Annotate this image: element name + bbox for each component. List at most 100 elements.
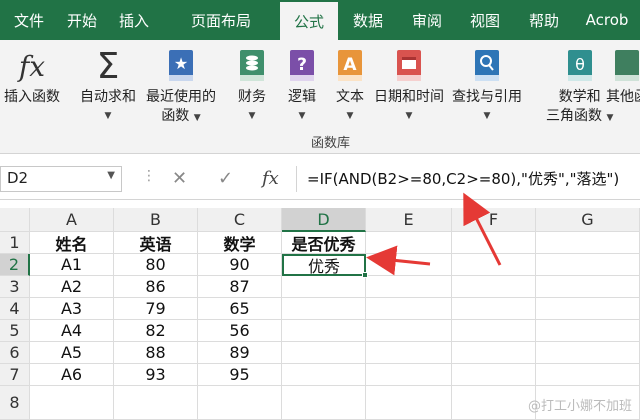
logic-button[interactable]: ? 逻辑 ▼: [282, 46, 322, 126]
cell-c5[interactable]: 56: [198, 320, 282, 342]
autosum-button[interactable]: Σ 自动求和 ▼: [80, 46, 136, 126]
cell-f8[interactable]: [452, 386, 536, 420]
formula-bar-resize-handle[interactable]: ⋮: [142, 168, 156, 190]
cell-e3[interactable]: [366, 276, 452, 298]
more-functions-button[interactable]: 其他函: [606, 46, 640, 107]
tab-view[interactable]: 视图: [456, 0, 514, 40]
row-header-2[interactable]: 2: [0, 254, 30, 276]
tab-formulas[interactable]: 公式: [280, 0, 338, 40]
cell-a6[interactable]: A5: [30, 342, 114, 364]
cell-a2[interactable]: A1: [30, 254, 114, 276]
cell-c3[interactable]: 87: [198, 276, 282, 298]
cancel-icon[interactable]: ✕: [172, 168, 187, 189]
cell-g6[interactable]: [536, 342, 640, 364]
cell-e6[interactable]: [366, 342, 452, 364]
column-header-a[interactable]: A: [30, 208, 114, 232]
cell-d8[interactable]: [282, 386, 366, 420]
column-header-d[interactable]: D: [282, 208, 366, 232]
cell-g5[interactable]: [536, 320, 640, 342]
select-all-corner[interactable]: [0, 208, 30, 232]
cell-g3[interactable]: [536, 276, 640, 298]
row-header-4[interactable]: 4: [0, 298, 30, 320]
tab-insert[interactable]: 插入: [106, 0, 162, 40]
cell-g2[interactable]: [536, 254, 640, 276]
cell-c1[interactable]: 数学: [198, 232, 282, 254]
cell-e8[interactable]: [366, 386, 452, 420]
cell-f7[interactable]: [452, 364, 536, 386]
cell-d1[interactable]: 是否优秀: [282, 232, 366, 254]
cell-d7[interactable]: [282, 364, 366, 386]
formula-input[interactable]: =IF(AND(B2>=80,C2>=80),"优秀","落选"): [296, 166, 640, 192]
finance-button[interactable]: 财务 ▼: [232, 46, 272, 126]
tab-file[interactable]: 文件: [0, 0, 58, 40]
cell-c2[interactable]: 90: [198, 254, 282, 276]
cell-a5[interactable]: A4: [30, 320, 114, 342]
cell-b8[interactable]: [114, 386, 198, 420]
cell-g1[interactable]: [536, 232, 640, 254]
tab-review[interactable]: 审阅: [398, 0, 456, 40]
column-header-g[interactable]: G: [536, 208, 640, 232]
cell-e4[interactable]: [366, 298, 452, 320]
cell-e7[interactable]: [366, 364, 452, 386]
cell-d5[interactable]: [282, 320, 366, 342]
cell-f1[interactable]: [452, 232, 536, 254]
tab-page-layout[interactable]: 页面布局: [162, 0, 280, 40]
row-header-1[interactable]: 1: [0, 232, 30, 254]
column-header-f[interactable]: F: [452, 208, 536, 232]
name-box[interactable]: D2 ▼: [0, 166, 122, 192]
column-header-b[interactable]: B: [114, 208, 198, 232]
cell-g7[interactable]: [536, 364, 640, 386]
cell-b2[interactable]: 80: [114, 254, 198, 276]
tab-help[interactable]: 帮助: [514, 0, 574, 40]
cell-b4[interactable]: 79: [114, 298, 198, 320]
cell-a4[interactable]: A3: [30, 298, 114, 320]
insert-function-fx-button[interactable]: fx: [262, 168, 279, 189]
row-header-3[interactable]: 3: [0, 276, 30, 298]
cell-a1[interactable]: 姓名: [30, 232, 114, 254]
cell-f3[interactable]: [452, 276, 536, 298]
cell-a7[interactable]: A6: [30, 364, 114, 386]
cell-f6[interactable]: [452, 342, 536, 364]
cell-f5[interactable]: [452, 320, 536, 342]
math-trig-button[interactable]: θ 数学和 三角函数 ▼: [546, 46, 613, 128]
cell-d3[interactable]: [282, 276, 366, 298]
cell-g4[interactable]: [536, 298, 640, 320]
cell-b3[interactable]: 86: [114, 276, 198, 298]
column-header-c[interactable]: C: [198, 208, 282, 232]
recently-used-button[interactable]: ★ 最近使用的 函数 ▼: [146, 46, 216, 128]
cell-b1[interactable]: 英语: [114, 232, 198, 254]
date-time-button[interactable]: 日期和时间 ▼: [374, 46, 444, 126]
cell-c7[interactable]: 95: [198, 364, 282, 386]
cell-b7[interactable]: 93: [114, 364, 198, 386]
lookup-reference-button[interactable]: 查找与引用 ▼: [452, 46, 522, 126]
cell-f2[interactable]: [452, 254, 536, 276]
column-header-e[interactable]: E: [366, 208, 452, 232]
cell-d6[interactable]: [282, 342, 366, 364]
cell-c8[interactable]: [198, 386, 282, 420]
enter-icon[interactable]: ✓: [218, 168, 233, 189]
fill-handle[interactable]: [362, 272, 368, 278]
cell-b6[interactable]: 88: [114, 342, 198, 364]
row-header-8[interactable]: 8: [0, 386, 30, 420]
insert-function-button[interactable]: fx 插入函数: [4, 46, 60, 107]
cell-d4[interactable]: [282, 298, 366, 320]
more-book-icon: [607, 46, 640, 86]
cell-d2-active[interactable]: 优秀: [282, 254, 366, 276]
name-box-dropdown-icon[interactable]: ▼: [107, 170, 115, 181]
cell-c4[interactable]: 65: [198, 298, 282, 320]
cell-b5[interactable]: 82: [114, 320, 198, 342]
tab-data[interactable]: 数据: [338, 0, 398, 40]
tab-acrobat[interactable]: Acrob: [574, 0, 640, 40]
tab-home[interactable]: 开始: [58, 0, 106, 40]
cell-a3[interactable]: A2: [30, 276, 114, 298]
cell-e2[interactable]: [366, 254, 452, 276]
row-header-5[interactable]: 5: [0, 320, 30, 342]
text-button[interactable]: A 文本 ▼: [330, 46, 370, 126]
row-header-7[interactable]: 7: [0, 364, 30, 386]
cell-c6[interactable]: 89: [198, 342, 282, 364]
row-header-6[interactable]: 6: [0, 342, 30, 364]
cell-f4[interactable]: [452, 298, 536, 320]
cell-e5[interactable]: [366, 320, 452, 342]
cell-a8[interactable]: [30, 386, 114, 420]
cell-e1[interactable]: [366, 232, 452, 254]
